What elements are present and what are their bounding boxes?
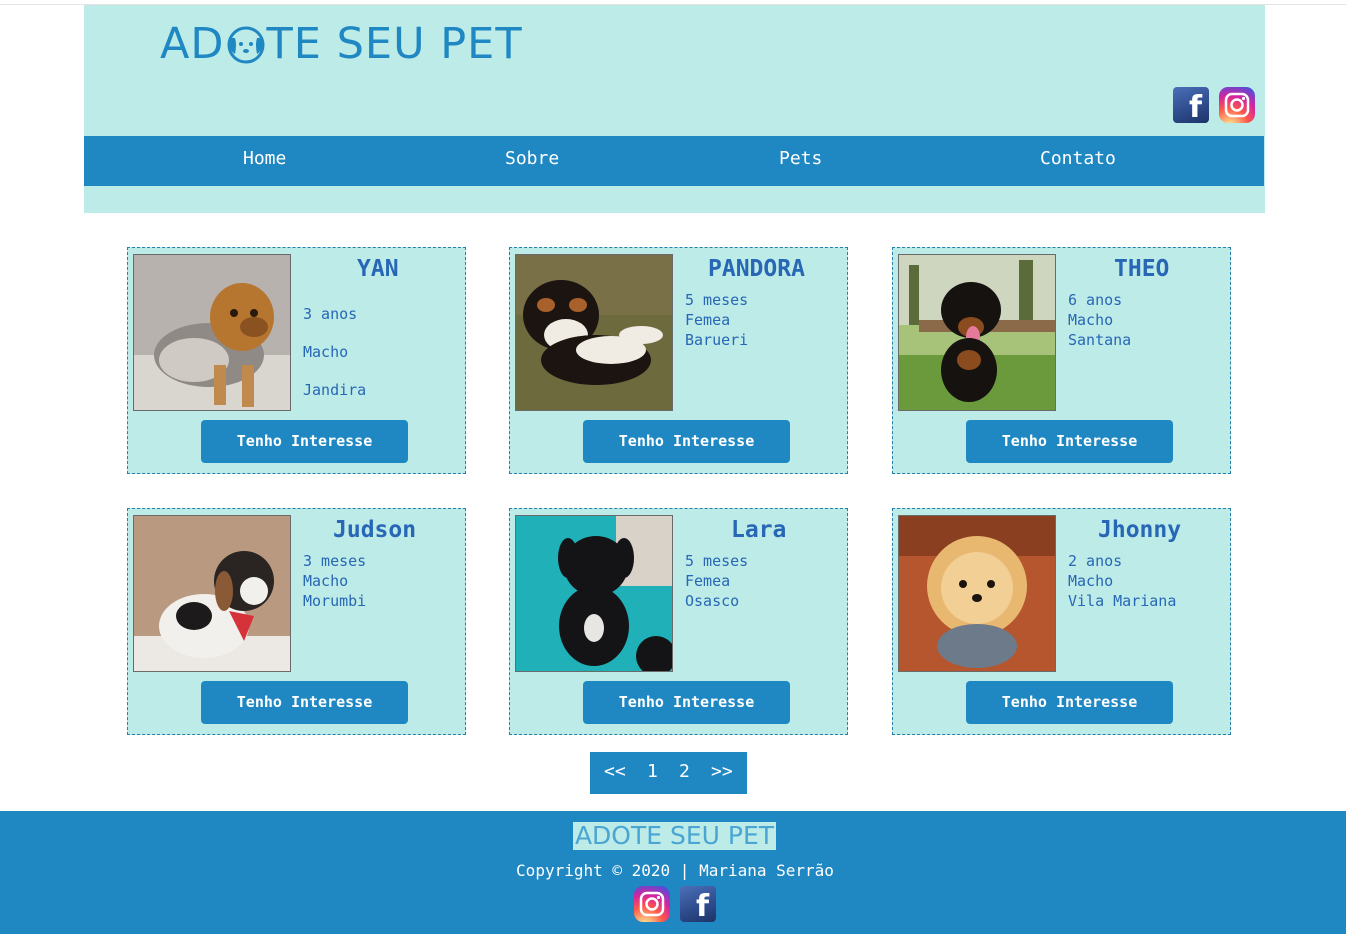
pet-photo xyxy=(515,254,673,411)
pet-location: Osasco xyxy=(685,592,740,610)
instagram-icon[interactable] xyxy=(1219,87,1255,123)
pet-info: 3 anos Macho Jandira xyxy=(303,304,366,418)
pet-photo xyxy=(133,254,291,411)
pet-sex: Macho xyxy=(1068,572,1114,590)
pet-age: 6 anos xyxy=(1068,291,1123,309)
pet-age: 3 meses xyxy=(303,552,367,570)
pet-photo xyxy=(515,515,673,672)
pet-name: YAN xyxy=(357,256,399,282)
pet-location: Santana xyxy=(1068,331,1132,349)
pet-age: 2 anos xyxy=(1068,552,1123,570)
pet-card-jhonny: Jhonny 2 anos Macho Vila Mariana Tenho I… xyxy=(892,508,1231,735)
interest-button[interactable]: Tenho Interesse xyxy=(966,420,1173,463)
pet-location: Vila Mariana xyxy=(1068,592,1177,610)
logo-text-right: TE SEU PET xyxy=(266,18,523,69)
pet-location: Barueri xyxy=(685,331,749,349)
pet-info: 2 anos Macho Vila Mariana xyxy=(1068,551,1176,611)
pet-sex: Macho xyxy=(303,343,349,361)
pet-name: THEO xyxy=(1114,256,1170,282)
pagination: << 1 2 >> xyxy=(590,752,747,794)
pagination-prev[interactable]: << xyxy=(604,752,626,792)
pet-age: 5 meses xyxy=(685,552,749,570)
header-social-links: f xyxy=(1173,87,1255,125)
pet-card-judson: Judson 3 meses Macho Morumbi Tenho Inter… xyxy=(127,508,466,735)
pet-card-lara: Lara 5 meses Femea Osasco Tenho Interess… xyxy=(509,508,848,735)
dog-face-icon xyxy=(227,26,265,64)
pet-info: 5 meses Femea Barueri xyxy=(685,290,748,350)
pet-card-pandora: PANDORA 5 meses Femea Barueri Tenho Inte… xyxy=(509,247,848,474)
nav-pets[interactable]: Pets xyxy=(779,136,822,186)
site-logo[interactable]: AD TE SEU PET xyxy=(160,21,523,67)
site-header: AD TE SEU PET f Home Sobre Pets Contato xyxy=(84,5,1265,213)
footer-logo[interactable]: ADOTE SEU PET xyxy=(573,822,776,850)
pet-card-yan: YAN 3 anos Macho Jandira Tenho Interesse xyxy=(127,247,466,474)
nav-contato[interactable]: Contato xyxy=(1040,136,1116,186)
facebook-icon[interactable]: f xyxy=(1173,87,1209,125)
pet-sex: Femea xyxy=(685,311,731,329)
pet-sex: Macho xyxy=(303,572,349,590)
pagination-page-2[interactable]: 2 xyxy=(679,752,690,792)
facebook-icon[interactable]: f xyxy=(680,886,716,924)
pet-sex: Macho xyxy=(1068,311,1114,329)
pet-photo xyxy=(898,254,1056,411)
pet-photo xyxy=(133,515,291,672)
pet-name: Jhonny xyxy=(1098,517,1182,543)
pet-location: Morumbi xyxy=(303,592,367,610)
logo-text-left: AD xyxy=(160,18,225,69)
pet-photo xyxy=(898,515,1056,672)
interest-button[interactable]: Tenho Interesse xyxy=(583,681,790,724)
pet-name: PANDORA xyxy=(708,256,805,282)
interest-button[interactable]: Tenho Interesse xyxy=(966,681,1173,724)
nav-home[interactable]: Home xyxy=(243,136,286,186)
site-footer: ADOTE SEU PET Copyright © 2020 | Mariana… xyxy=(0,811,1346,934)
interest-button[interactable]: Tenho Interesse xyxy=(201,420,408,463)
interest-button[interactable]: Tenho Interesse xyxy=(583,420,790,463)
main-nav: Home Sobre Pets Contato xyxy=(84,136,1264,186)
pet-info: 6 anos Macho Santana xyxy=(1068,290,1131,350)
pet-name: Lara xyxy=(731,517,787,543)
copyright-text: Copyright © 2020 | Mariana Serrão xyxy=(516,861,834,880)
pet-sex: Femea xyxy=(685,572,731,590)
interest-button[interactable]: Tenho Interesse xyxy=(201,681,408,724)
pagination-page-1[interactable]: 1 xyxy=(647,752,658,792)
pagination-next[interactable]: >> xyxy=(711,752,733,792)
pet-age: 5 meses xyxy=(685,291,749,309)
pet-name: Judson xyxy=(333,517,417,543)
footer-social-links: f xyxy=(634,886,716,924)
pet-location: Jandira xyxy=(303,381,367,399)
nav-sobre[interactable]: Sobre xyxy=(505,136,559,186)
pet-card-theo: THEO 6 anos Macho Santana Tenho Interess… xyxy=(892,247,1231,474)
pet-age: 3 anos xyxy=(303,305,358,323)
pet-info: 5 meses Femea Osasco xyxy=(685,551,748,611)
pet-info: 3 meses Macho Morumbi xyxy=(303,551,366,611)
instagram-icon[interactable] xyxy=(634,886,670,922)
